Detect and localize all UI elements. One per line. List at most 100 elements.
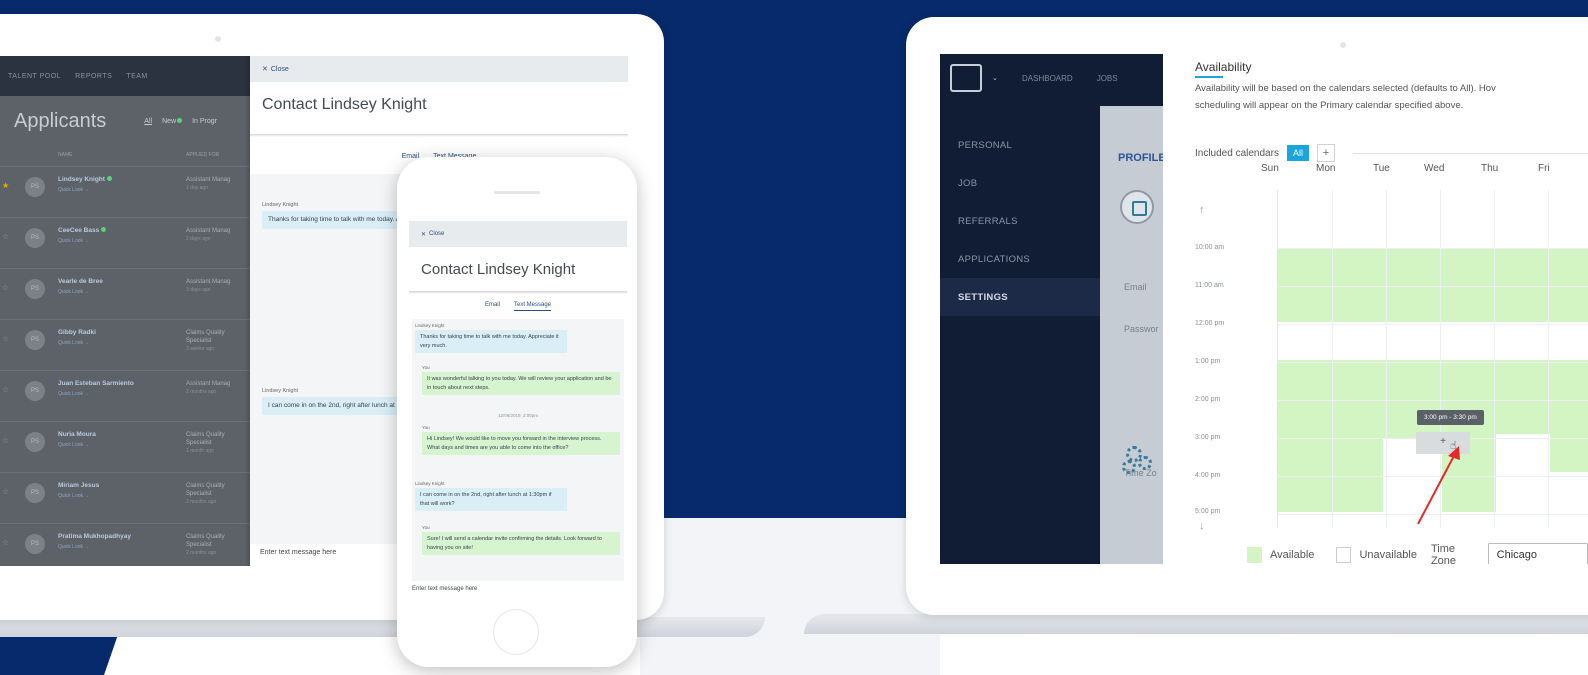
time-label: 10:00 am (1195, 244, 1225, 251)
star-icon[interactable]: ☆ (2, 283, 9, 292)
star-icon[interactable]: ☆ (2, 232, 9, 241)
quick-look-link[interactable]: Quick Look → (58, 238, 89, 244)
left-laptop-camera (215, 36, 221, 42)
table-row[interactable]: ☆ PS Gibby Radki Quick Look → Claims Quality… (0, 319, 250, 370)
time-label: 4:00 pm (1195, 472, 1221, 479)
quick-look-link[interactable]: Quick Look → (58, 493, 89, 499)
app-logo-icon[interactable] (950, 64, 982, 92)
side-item-referrals[interactable]: REFERRALS (940, 202, 1100, 240)
message-input[interactable]: Enter text message here (260, 549, 336, 556)
applicant-name[interactable]: Nuria Moura (58, 431, 96, 438)
profile-pane-dimmed: PROFILE Email Passwor Time Zo (1100, 106, 1166, 564)
applicant-name[interactable]: Pratima Mukhopadhyay (58, 533, 131, 540)
applicants-app-dimmed: TALENT POOL REPORTS TEAM Applicants All … (0, 56, 250, 566)
close-icon: ✕ (262, 66, 268, 73)
message-bubble: I can come in on the 2nd, right after lu… (415, 488, 567, 511)
table-row[interactable]: ☆ PS Nuria Moura Quick Look → Claims Quality… (0, 421, 250, 472)
right-laptop-camera (1340, 42, 1346, 48)
quick-look-link[interactable]: Quick Look → (58, 391, 89, 397)
table-row[interactable]: ★ PS Lindsey Knight Quick Look → Assistant M… (0, 166, 250, 217)
scroll-up-arrow[interactable]: ↑ (1199, 204, 1205, 216)
available-block[interactable] (1278, 248, 1588, 322)
applied-job: Assistant Manag (186, 279, 231, 285)
applied-time: 2 months ago (186, 550, 217, 556)
quick-look-link[interactable]: Quick Look → (58, 544, 89, 550)
available-block[interactable] (1383, 360, 1442, 438)
applicants-topbar: TALENT POOL REPORTS TEAM (0, 56, 250, 96)
lock-icon (1120, 190, 1154, 224)
phone-tabs: Email Text Message (409, 302, 627, 311)
day-header-wed: Wed (1424, 163, 1445, 174)
applicant-name[interactable]: CeeCee Bass (58, 227, 107, 234)
filter-new[interactable]: New (162, 117, 183, 125)
nav-dashboard[interactable]: DASHBOARD (1022, 74, 1073, 83)
legend-unavailable: Unavailable (1359, 549, 1417, 561)
table-row[interactable]: ☆ PS CeeCee Bass Quick Look → Assistant Mana… (0, 217, 250, 268)
star-icon[interactable]: ☆ (2, 487, 9, 496)
chevron-down-icon[interactable]: ⌄ (992, 74, 998, 82)
applied-time: 3 weeks ago (186, 346, 215, 352)
title-divider (250, 134, 628, 137)
left-laptop-base (0, 617, 765, 637)
day-header-tue: Tue (1373, 163, 1390, 174)
tab-text-message[interactable]: Text Message (513, 302, 552, 311)
available-swatch (1247, 547, 1262, 563)
table-row[interactable]: ☆ PS Juan Esteban Sarmiento Quick Look → Ass… (0, 370, 250, 421)
phone-home-button (493, 609, 539, 655)
profile-title: PROFILE (1118, 152, 1166, 164)
applied-time: 2 months ago (186, 499, 217, 505)
unavailable-swatch (1336, 547, 1352, 563)
table-row[interactable]: ☆ PS Miriam Jesus Quick Look → Claims Qualit… (0, 472, 250, 523)
message-item: Lindsey Knight I can come in on the 2nd,… (415, 481, 567, 511)
right-laptop-base (804, 614, 1588, 634)
phone-message-thread: Lindsey Knight Thanks for taking time to… (412, 319, 624, 581)
applied-for: Assistant Manag 2 months ago (186, 380, 250, 396)
quick-look-link[interactable]: Quick Look → (58, 442, 89, 448)
timezone-select[interactable]: Chicago (1487, 543, 1588, 564)
tab-email[interactable]: Email (485, 302, 500, 311)
quick-look-link[interactable]: Quick Look → (58, 340, 89, 346)
calendar-all-chip[interactable]: All (1286, 145, 1309, 161)
quick-look-link[interactable]: Quick Look → (58, 187, 89, 193)
title-divider (409, 291, 627, 294)
side-item-job[interactable]: JOB (940, 164, 1100, 202)
nav-reports[interactable]: REPORTS (75, 73, 112, 80)
nav-talent-pool[interactable]: TALENT POOL (8, 73, 61, 80)
message-bubble: It was wonderful talking to you today. W… (422, 372, 620, 395)
quick-look-link[interactable]: Quick Look → (58, 289, 89, 295)
available-block[interactable] (1550, 434, 1588, 472)
close-label: Close (270, 65, 289, 73)
star-icon[interactable]: ☆ (2, 334, 9, 343)
add-calendar-button[interactable]: + (1316, 144, 1335, 162)
side-item-personal[interactable]: PERSONAL (940, 126, 1100, 164)
background-gray (640, 518, 940, 675)
applied-for: Assistant Manag 1 day ago (186, 176, 250, 192)
star-icon[interactable]: ☆ (2, 385, 9, 394)
applicant-name[interactable]: Juan Esteban Sarmiento (58, 380, 134, 387)
applicant-name[interactable]: Vearle de Bree (58, 278, 103, 285)
filter-in-progress[interactable]: In Progr (192, 118, 217, 125)
nav-team[interactable]: TEAM (126, 73, 147, 80)
message-item: You Sure! I will send a calendar invite … (422, 525, 620, 555)
table-row[interactable]: ☆ PS Pratima Mukhopadhyay Quick Look → Claim… (0, 523, 250, 566)
phone-message-input[interactable]: Enter text message here (412, 586, 477, 592)
table-row[interactable]: ☆ PS Vearle de Bree Quick Look → Assistant M… (0, 268, 250, 319)
applicant-name-text: Vearle de Bree (58, 278, 103, 285)
applicant-name[interactable]: Gibby Radki (58, 329, 96, 336)
nav-jobs[interactable]: JOBS (1097, 74, 1118, 83)
scroll-down-arrow[interactable]: ↓ (1199, 520, 1205, 532)
star-icon[interactable]: ★ (2, 181, 9, 190)
side-item-settings[interactable]: SETTINGS (940, 278, 1100, 316)
col-name-header[interactable]: NAME (58, 152, 72, 158)
applicant-name[interactable]: Lindsey Knight (58, 176, 112, 183)
applicant-name[interactable]: Miriam Jesus (58, 482, 99, 489)
star-icon[interactable]: ☆ (2, 538, 9, 547)
close-button[interactable]: ✕ Close (250, 56, 628, 82)
applicant-name-text: CeeCee Bass (58, 227, 100, 234)
col-applied-header[interactable]: APPLIED FOR (186, 152, 219, 158)
available-block[interactable] (1278, 360, 1383, 512)
side-item-applications[interactable]: APPLICATIONS (940, 240, 1100, 278)
phone-close-button[interactable]: ✕ Close (409, 221, 627, 247)
filter-all[interactable]: All (144, 118, 152, 125)
star-icon[interactable]: ☆ (2, 436, 9, 445)
